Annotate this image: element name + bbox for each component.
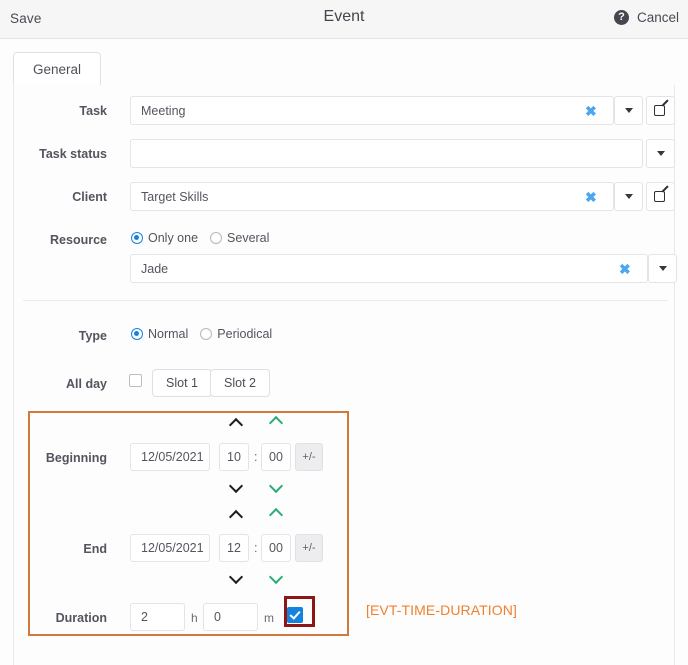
task-dropdown-button[interactable] [614,96,643,125]
titlebar-actions: ? Cancel [614,10,679,25]
beginning-hour-input[interactable]: 10 [219,443,249,471]
end-minute-decrement-icon[interactable] [271,570,282,581]
section-divider [23,300,668,301]
end-plusminus-button[interactable]: +/- [295,534,323,562]
resource-radio-several-label: Several [227,231,269,245]
duration-hours-unit: h [191,611,198,625]
resource-radio-only-one-label: Only one [148,231,198,245]
beginning-hour-increment-icon[interactable] [231,418,242,429]
duration-label: Duration [14,611,107,625]
general-tab-panel: Task Meeting ✖ Task status Client Target… [13,85,675,665]
tab-strip: General [13,52,675,86]
type-radio-periodical[interactable] [200,328,212,340]
beginning-hour-decrement-icon[interactable] [231,479,242,490]
beginning-label: Beginning [14,451,107,465]
task-label: Task [14,104,107,118]
client-edit-button[interactable] [646,182,675,211]
resource-radio-only-one[interactable] [131,232,143,244]
resource-input[interactable]: Jade [130,254,648,283]
client-value: Target Skills [131,190,208,204]
task-status-input[interactable] [130,139,643,168]
all-day-checkbox[interactable] [129,374,142,387]
duration-minutes-unit: m [264,611,274,625]
beginning-date-input[interactable]: 12/05/2021 [130,443,210,471]
beginning-plusminus-button[interactable]: +/- [295,443,323,471]
chevron-down-icon [657,151,665,156]
end-minute-increment-icon[interactable] [271,508,282,519]
beginning-minute-input[interactable]: 00 [261,443,291,471]
type-radio-group: Normal Periodical [131,327,284,341]
type-radio-normal-label: Normal [148,327,188,341]
resource-radio-several[interactable] [210,232,222,244]
dialog-titlebar: Save Event ? Cancel [0,0,688,39]
duration-lock-checkbox[interactable] [287,607,303,623]
type-label: Type [14,329,107,343]
slot-2-button[interactable]: Slot 2 [210,369,270,397]
chevron-down-icon [625,194,633,199]
resource-label: Resource [14,233,107,247]
resource-radio-group: Only one Several [131,231,281,245]
cancel-button[interactable]: Cancel [637,10,679,25]
task-clear-icon[interactable]: ✖ [585,104,597,118]
beginning-time-separator: : [254,450,257,464]
resource-clear-icon[interactable]: ✖ [619,262,631,276]
type-radio-normal[interactable] [131,328,143,340]
end-date-input[interactable]: 12/05/2021 [130,534,210,562]
edit-icon [654,190,667,203]
client-label: Client [14,190,107,204]
end-hour-decrement-icon[interactable] [231,570,242,581]
end-time-separator: : [254,541,257,555]
duration-minutes-input[interactable]: 0 [203,603,258,631]
event-dialog: Save Event ? Cancel General Task Meeting… [0,0,688,665]
client-clear-icon[interactable]: ✖ [585,190,597,204]
chevron-down-icon [659,266,667,271]
task-input[interactable]: Meeting [130,96,614,125]
chevron-down-icon [625,108,633,113]
resource-value: Jade [131,262,168,276]
end-label: End [14,542,107,556]
task-edit-button[interactable] [646,96,675,125]
tab-general[interactable]: General [13,52,101,86]
end-hour-increment-icon[interactable] [231,510,242,521]
client-input[interactable]: Target Skills [130,182,614,211]
end-hour-input[interactable]: 12 [219,534,249,562]
beginning-minute-decrement-icon[interactable] [271,479,282,490]
client-dropdown-button[interactable] [614,182,643,211]
beginning-minute-increment-icon[interactable] [271,416,282,427]
type-radio-periodical-label: Periodical [217,327,272,341]
all-day-label: All day [14,377,107,391]
duration-annotation-label: [EVT-TIME-DURATION] [366,602,517,618]
help-icon[interactable]: ? [614,10,629,25]
resource-dropdown-button[interactable] [648,254,677,283]
slot-1-button[interactable]: Slot 1 [152,369,212,397]
task-status-dropdown-button[interactable] [646,139,675,168]
dialog-title: Event [0,8,688,26]
task-value: Meeting [131,104,185,118]
edit-icon [654,104,667,117]
end-minute-input[interactable]: 00 [261,534,291,562]
task-status-label: Task status [14,147,107,161]
duration-hours-input[interactable]: 2 [130,603,185,631]
